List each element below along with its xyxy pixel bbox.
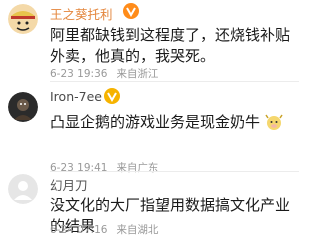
- comment-text: 凸显企鹅的游戏业务是现金奶牛: [50, 112, 295, 133]
- default-user-avatar-icon: [8, 174, 38, 204]
- comment-item: Iron-7ee 凸显企鹅的游戏业务是现金奶牛 6-23 19:41 来自广东: [0, 82, 299, 174]
- comment-time: 6-23 19:36: [50, 68, 108, 80]
- comment-text-content: 凸显企鹅的游戏业务是现金奶牛: [50, 113, 261, 131]
- comment-username[interactable]: Iron-7ee: [50, 89, 102, 104]
- cow-emoji-icon: [265, 114, 283, 130]
- comment-meta: 6-23 19:36 来自浙江: [50, 66, 167, 81]
- user-avatar[interactable]: [8, 92, 38, 122]
- user-avatar[interactable]: [8, 4, 38, 34]
- comment-meta: 6-24 07:16 来自湖北: [50, 222, 167, 237]
- one-piece-luffy-avatar-icon: [8, 4, 38, 34]
- comment-location: 来自湖北: [116, 224, 159, 236]
- comment-time: 6-24 07:16: [50, 224, 108, 236]
- comment-item: 幻月刀 没文化的大厂指望用数据搞文化产业的结果 6-24 07:16 来自湖北: [0, 172, 299, 245]
- comment-item: 王之葵托利 阿里都缺钱到这程度了，还烧钱补贴外卖，他真的，我哭死。 6-23 1…: [0, 0, 299, 82]
- user-avatar[interactable]: [8, 174, 38, 204]
- comment-location: 来自浙江: [116, 68, 159, 80]
- gold-v-badge-icon: [104, 88, 120, 104]
- dark-character-avatar-icon: [8, 92, 38, 122]
- orange-v-badge-icon: [123, 3, 139, 19]
- comment-username[interactable]: 幻月刀: [50, 175, 88, 194]
- comment-username[interactable]: 王之葵托利: [50, 4, 113, 23]
- comment-text: 阿里都缺钱到这程度了，还烧钱补贴外卖，他真的，我哭死。: [50, 26, 291, 65]
